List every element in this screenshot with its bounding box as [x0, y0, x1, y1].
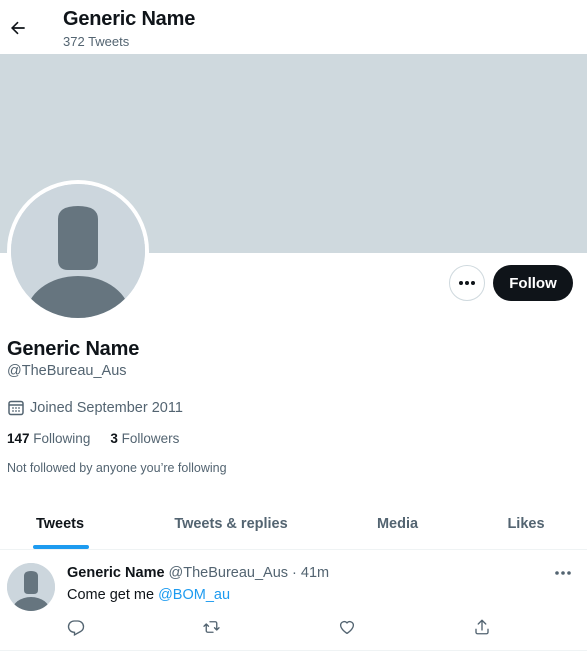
following-count: 147: [7, 431, 30, 446]
tab-tweets-replies[interactable]: Tweets & replies: [160, 497, 302, 550]
tweet[interactable]: Generic Name @TheBureau_Aus · 41m Come g…: [0, 551, 587, 651]
not-followed-note: Not followed by anyone you’re following: [7, 461, 227, 475]
follow-stats: 147 Following 3 Followers: [7, 431, 179, 446]
joined-date: Joined September 2011: [7, 399, 183, 417]
header-title: Generic Name: [63, 8, 196, 30]
tab-label: Media: [376, 515, 419, 532]
tab-label: Likes: [507, 515, 545, 532]
profile-tabs: Tweets Tweets & replies Media Likes: [0, 497, 587, 550]
tab-label: Tweets: [35, 515, 85, 532]
tab-label: Tweets & replies: [174, 515, 288, 532]
following-label: Following: [33, 431, 91, 446]
tweet-count: 372 Tweets: [63, 34, 130, 49]
tweet-header: Generic Name @TheBureau_Aus · 41m: [67, 565, 329, 581]
more-horizontal-icon[interactable]: [550, 563, 576, 583]
tab-media[interactable]: Media: [350, 497, 445, 550]
followers-label: Followers: [121, 431, 180, 446]
follow-button[interactable]: Follow: [493, 265, 573, 301]
tweet-body: Come get me: [67, 587, 155, 603]
reply-icon[interactable]: [65, 617, 87, 637]
tweet-mention[interactable]: @BOM_au: [158, 587, 230, 603]
active-tab-indicator: [33, 545, 89, 549]
retweet-icon[interactable]: [200, 617, 222, 637]
followers-count: 3: [110, 431, 118, 446]
tab-likes[interactable]: Likes: [490, 497, 562, 550]
tweet-author-handle[interactable]: @TheBureau_Aus: [169, 565, 289, 581]
calendar-icon: [7, 399, 25, 417]
tweet-text: Come get me @BOM_au: [67, 587, 230, 603]
share-icon[interactable]: [471, 617, 493, 637]
joined-label: Joined September 2011: [30, 400, 183, 416]
tweet-separator: ·: [292, 565, 297, 581]
default-avatar-icon: [11, 184, 145, 318]
more-horizontal-icon[interactable]: [449, 265, 485, 301]
profile-name: Generic Name: [7, 338, 140, 360]
profile-header: Generic Name 372 Tweets: [0, 0, 587, 54]
tweet-author-name[interactable]: Generic Name: [67, 565, 165, 581]
like-icon[interactable]: [336, 617, 358, 637]
profile-handle: @TheBureau_Aus: [7, 363, 127, 379]
profile-avatar[interactable]: [7, 180, 149, 322]
tab-tweets[interactable]: Tweets: [7, 497, 113, 550]
tweet-time[interactable]: 41m: [301, 565, 329, 581]
default-avatar-icon[interactable]: [7, 563, 55, 611]
following-link[interactable]: 147 Following: [7, 431, 90, 446]
arrow-left-icon[interactable]: [2, 12, 34, 44]
followers-link[interactable]: 3 Followers: [110, 431, 179, 446]
